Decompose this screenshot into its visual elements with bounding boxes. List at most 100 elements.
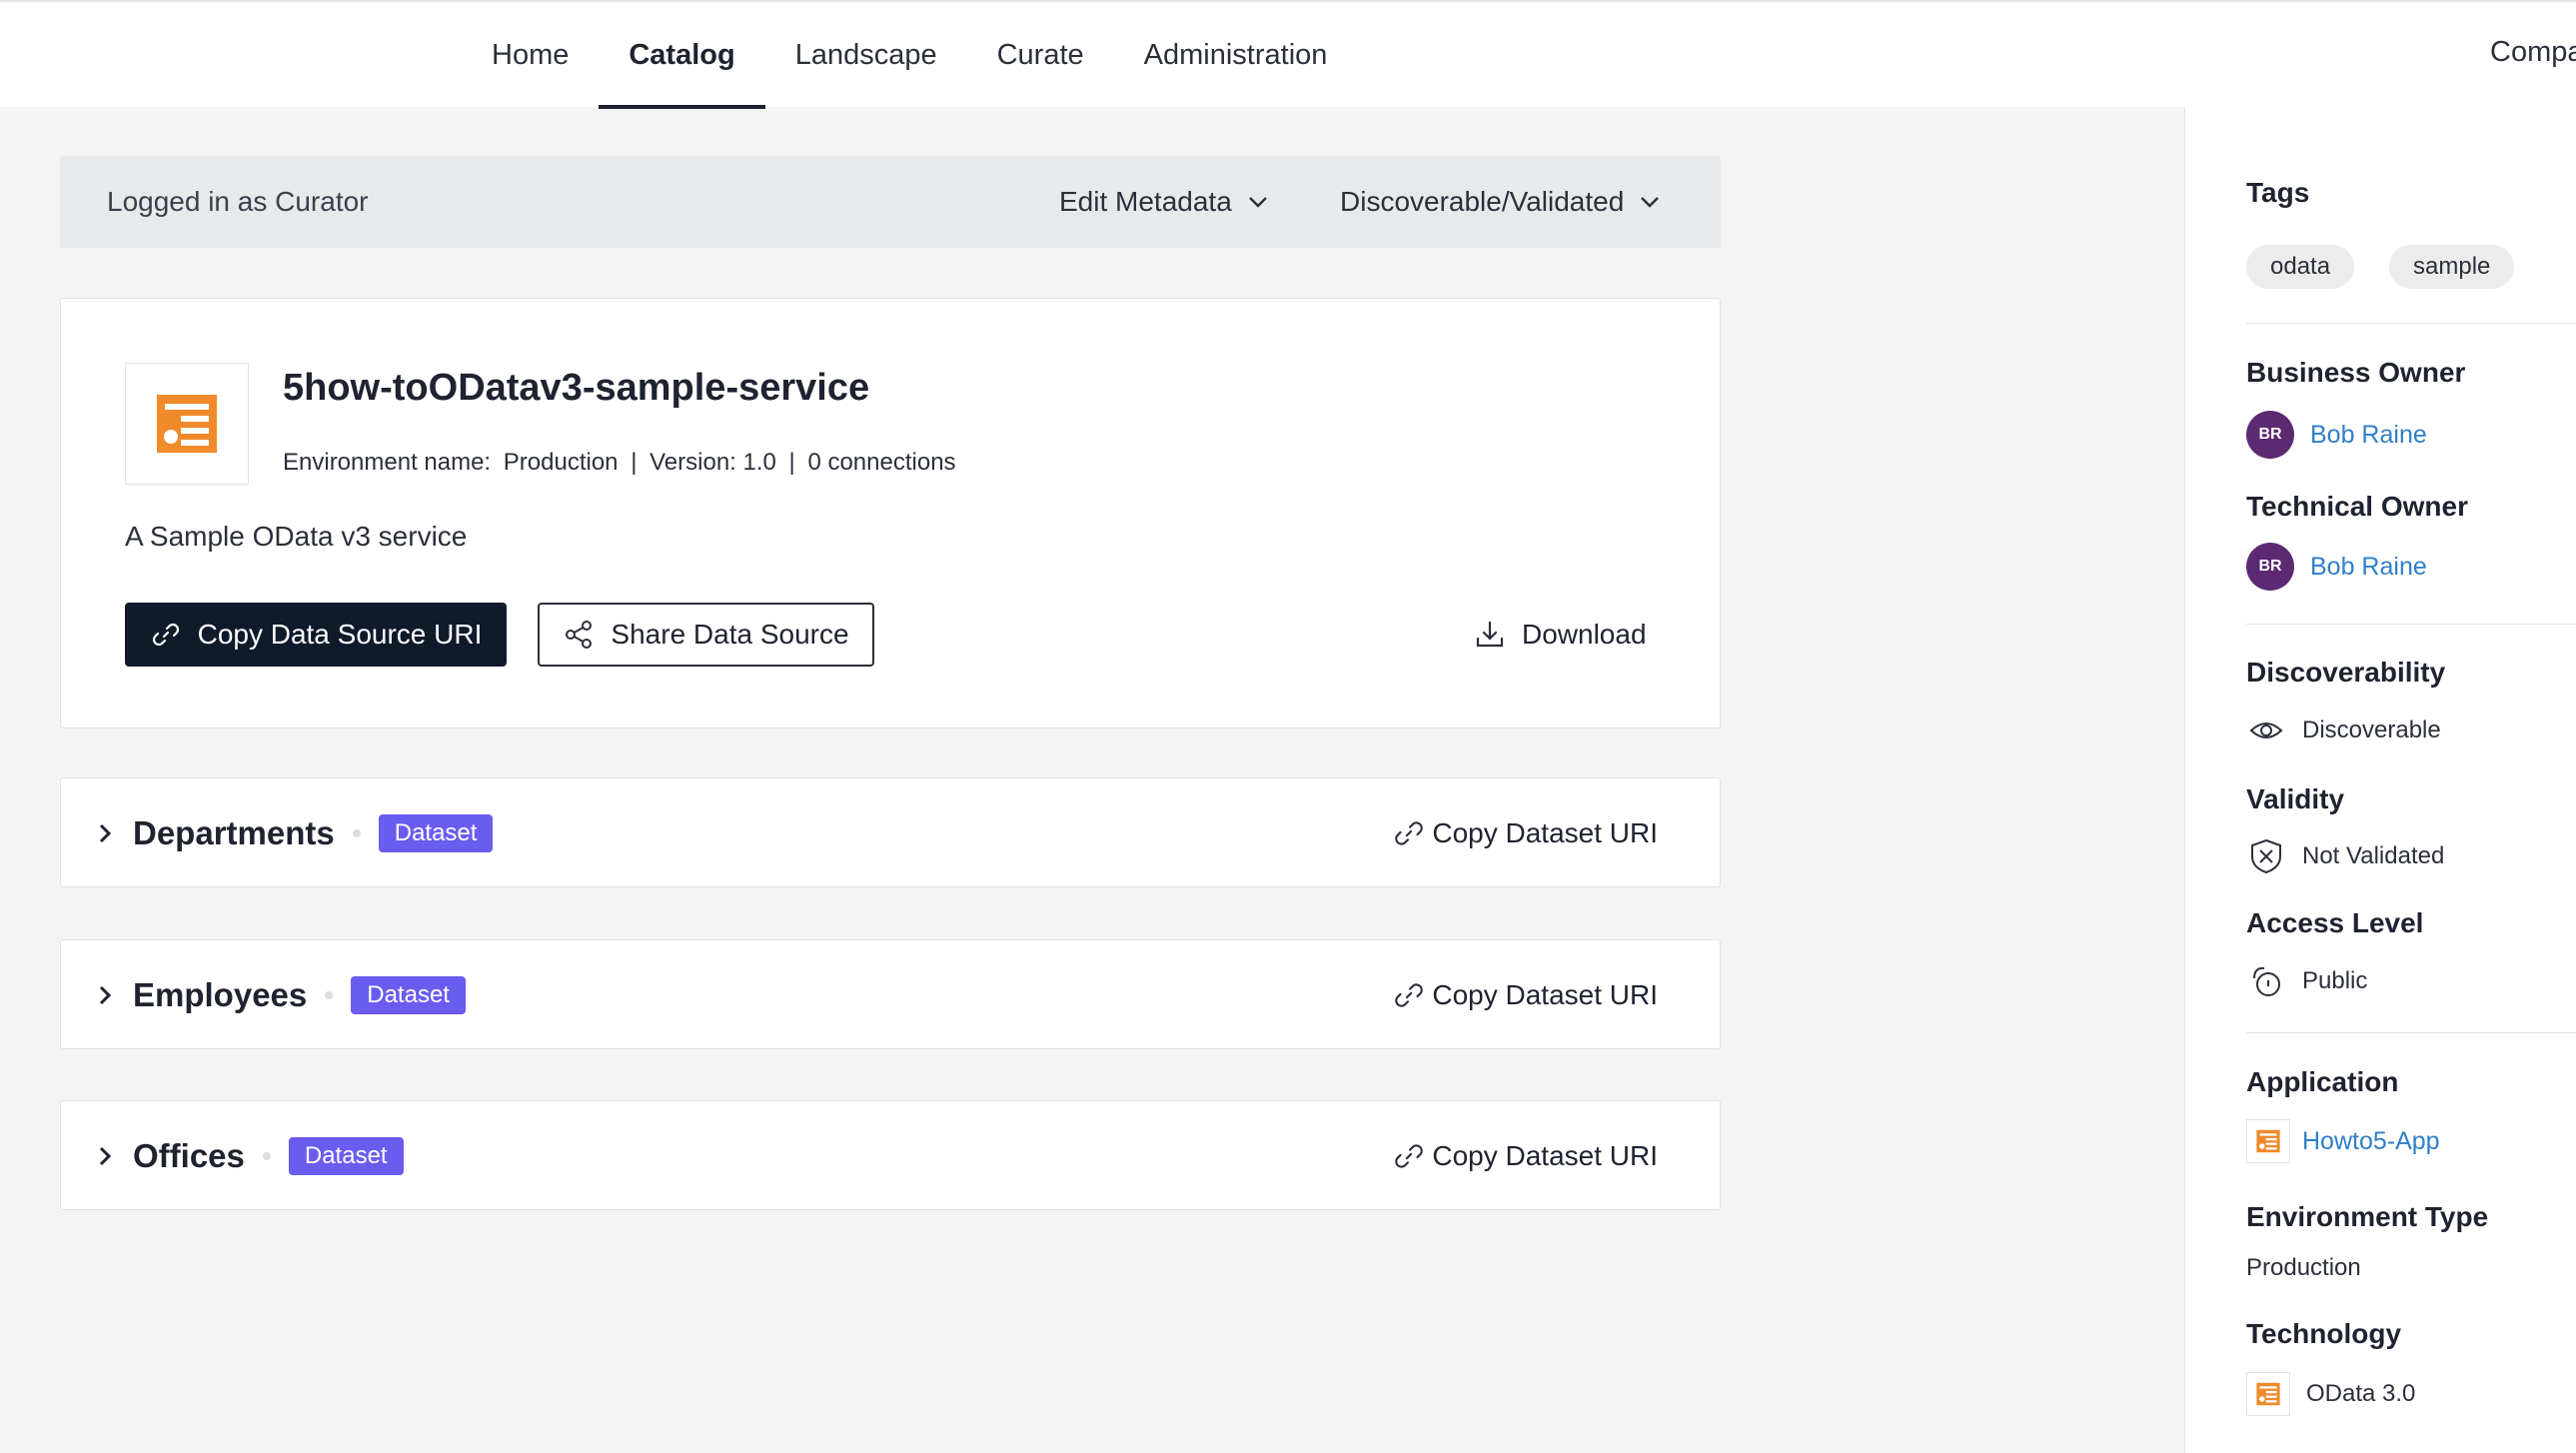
copy-dataset-uri-label: Copy Dataset URI [1432, 817, 1658, 848]
datasource-description: A Sample OData v3 service [125, 521, 468, 552]
validity-row: Not Validated [2246, 836, 2444, 876]
discoverability-row: Discoverable [2246, 711, 2441, 750]
connections-value: 0 connections [807, 449, 956, 476]
technology-icon [2246, 1372, 2290, 1416]
technology-value: OData 3.0 [2306, 1380, 2416, 1407]
environment-type-value: Production [2246, 1254, 2361, 1281]
copy-dataset-uri-label: Copy Dataset URI [1432, 1140, 1658, 1171]
validity-value: Not Validated [2302, 842, 2445, 869]
logged-in-label: Logged in as Curator [107, 186, 369, 217]
nav-home[interactable]: Home [462, 2, 599, 109]
divider [2246, 624, 2576, 625]
link-icon [1395, 983, 1424, 1007]
access-lock-icon [2246, 961, 2286, 1001]
dataset-name: Offices Dataset [133, 1101, 404, 1211]
dataset-badge: Dataset [378, 814, 494, 852]
link-icon [1395, 821, 1424, 845]
environment-label: Environment name: [283, 449, 492, 476]
technical-owner: BR Bob Raine [2246, 543, 2427, 591]
tag-chip[interactable]: sample [2389, 245, 2515, 289]
avatar: BR [2246, 543, 2294, 591]
download-button[interactable]: Download [1474, 603, 1647, 667]
expand-chevron-icon[interactable] [85, 778, 125, 888]
datasource-icon-box [125, 363, 249, 485]
copy-dataset-uri-label: Copy Dataset URI [1432, 979, 1658, 1010]
nav-administration[interactable]: Administration [1114, 2, 1358, 109]
details-sidebar: Tags odata sample Business Owner BR Bob … [2184, 107, 2576, 1453]
business-owner-title: Business Owner [2246, 357, 2466, 388]
environment-value: Production [503, 449, 619, 476]
tags-title: Tags [2246, 177, 2310, 208]
technology-row: OData 3.0 [2246, 1372, 2415, 1416]
chevron-down-icon [1641, 197, 1660, 208]
curator-bar: Logged in as Curator Edit Metadata Disco… [60, 156, 1721, 248]
link-icon [1395, 1144, 1424, 1168]
share-icon [566, 621, 593, 649]
expand-chevron-icon[interactable] [85, 940, 125, 1050]
eye-icon [2246, 711, 2286, 750]
separator-dot [262, 1152, 271, 1160]
download-icon [1476, 621, 1504, 648]
dataset-name-label: Departments [133, 814, 335, 851]
dataset-name-label: Employees [133, 976, 308, 1013]
datasource-card: 5how-toODatav3-sample-service Environmen… [60, 298, 1721, 728]
discoverability-value: Discoverable [2302, 717, 2441, 743]
divider [2246, 1032, 2576, 1033]
divider [2246, 323, 2576, 324]
meta-separator: | [788, 449, 795, 476]
datasource-meta: Environment name: Production | Version: … [283, 449, 956, 477]
chevron-down-icon [1248, 197, 1267, 208]
dataset-name: Employees Dataset [133, 940, 466, 1050]
link-icon [152, 623, 179, 647]
application-link[interactable]: Howto5-App [2302, 1127, 2440, 1156]
shield-x-icon [2246, 836, 2286, 876]
business-owner-link[interactable]: Bob Raine [2310, 421, 2427, 450]
share-datasource-button[interactable]: Share Data Source [538, 603, 874, 667]
application-title: Application [2246, 1066, 2399, 1097]
nav-curate[interactable]: Curate [967, 2, 1114, 109]
validity-title: Validity [2246, 783, 2345, 814]
copy-datasource-uri-label: Copy Data Source URI [197, 619, 483, 650]
application-icon [2246, 1119, 2290, 1163]
separator-dot [352, 829, 361, 837]
technical-owner-link[interactable]: Bob Raine [2310, 553, 2427, 582]
edit-metadata-label: Edit Metadata [1059, 186, 1232, 217]
tag-chip[interactable]: odata [2246, 245, 2355, 289]
status-label: Discoverable/Validated [1340, 186, 1625, 217]
main-nav: Home Catalog Landscape Curate Administra… [462, 2, 1357, 109]
datasource-list-icon [157, 395, 217, 453]
avatar: BR [2246, 411, 2294, 459]
nav-catalog[interactable]: Catalog [599, 2, 766, 109]
access-level-value: Public [2302, 967, 2368, 994]
discoverability-title: Discoverability [2246, 657, 2446, 688]
dataset-name: Departments Dataset [133, 778, 494, 888]
dataset-row[interactable]: Departments Dataset Copy Dataset URI [60, 777, 1721, 887]
version-value: Version: 1.0 [649, 449, 776, 476]
nav-landscape[interactable]: Landscape [765, 2, 967, 109]
status-dropdown[interactable]: Discoverable/Validated [1340, 156, 1660, 248]
dataset-badge: Dataset [351, 976, 466, 1014]
access-level-title: Access Level [2246, 907, 2424, 938]
dataset-badge: Dataset [288, 1137, 404, 1175]
copy-dataset-uri-button[interactable]: Copy Dataset URI [1392, 1101, 1658, 1211]
nav-company[interactable]: Company [2490, 2, 2576, 103]
expand-chevron-icon[interactable] [85, 1101, 125, 1211]
application-row: Howto5-App [2246, 1119, 2440, 1163]
environment-type-title: Environment Type [2246, 1201, 2489, 1232]
dataset-row[interactable]: Offices Dataset Copy Dataset URI [60, 1100, 1721, 1210]
copy-dataset-uri-button[interactable]: Copy Dataset URI [1392, 940, 1658, 1050]
share-datasource-label: Share Data Source [611, 619, 849, 650]
access-level-row: Public [2246, 961, 2367, 1001]
technology-title: Technology [2246, 1318, 2402, 1349]
copy-datasource-uri-button[interactable]: Copy Data Source URI [125, 603, 507, 667]
download-label: Download [1522, 619, 1647, 650]
technical-owner-title: Technical Owner [2246, 491, 2468, 522]
business-owner: BR Bob Raine [2246, 411, 2427, 459]
dataset-row[interactable]: Employees Dataset Copy Dataset URI [60, 939, 1721, 1049]
environment-type-row: Production [2246, 1254, 2361, 1282]
copy-dataset-uri-button[interactable]: Copy Dataset URI [1392, 778, 1658, 888]
edit-metadata-dropdown[interactable]: Edit Metadata [1059, 156, 1268, 248]
dataset-name-label: Offices [133, 1137, 245, 1174]
datasource-title: 5how-toODatav3-sample-service [283, 367, 870, 409]
separator-dot [325, 991, 334, 999]
